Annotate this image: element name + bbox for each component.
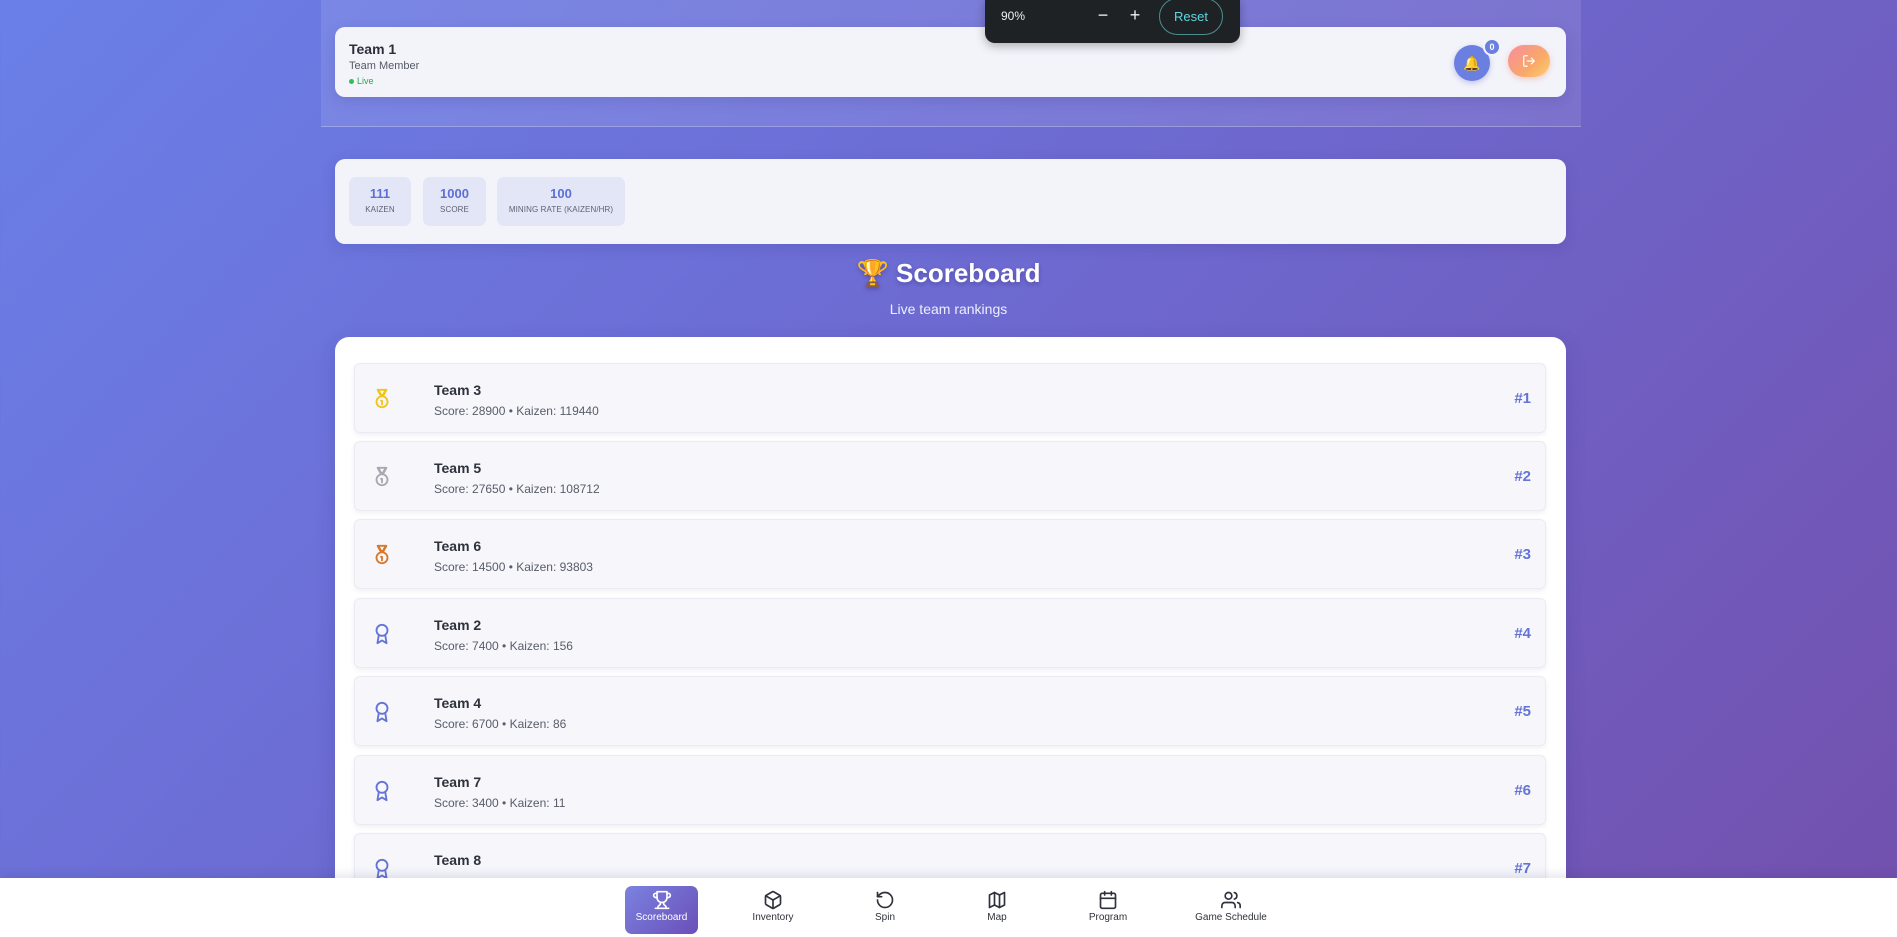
nav-label: Program <box>1088 912 1128 923</box>
team-name: Team 3 <box>434 382 482 398</box>
team-score-kaizen: Score: 14500 • Kaizen: 93803 <box>434 560 593 574</box>
nav-program[interactable]: Program <box>1078 886 1138 934</box>
live-status: Live <box>349 76 374 86</box>
rank-position: #5 <box>1514 703 1531 720</box>
stat-value: 111 <box>369 186 391 201</box>
nav-scoreboard[interactable]: Scoreboard <box>625 886 698 934</box>
ranking-row[interactable]: Team 4 Score: 6700 • Kaizen: 86 #5 <box>354 676 1546 746</box>
rotate-icon <box>876 891 894 909</box>
zoom-out-button[interactable]: − <box>1093 4 1113 26</box>
trophy-icon <box>652 890 671 910</box>
stat-value: 1000 <box>440 186 469 201</box>
trophy-emoji-icon: 🏆 <box>856 258 889 288</box>
users-icon <box>1221 891 1241 909</box>
scoreboard-title: 🏆 Scoreboard <box>0 258 1897 289</box>
calendar-icon <box>1099 890 1117 910</box>
nav-label: Map <box>987 912 1007 923</box>
rank-position: #7 <box>1514 860 1531 877</box>
logout-icon <box>1523 55 1535 67</box>
ranking-row[interactable]: Team 7 Score: 3400 • Kaizen: 11 #6 <box>354 755 1546 825</box>
team-name: Team 2 <box>434 617 482 633</box>
team-score-kaizen: Score: 27650 • Kaizen: 108712 <box>434 482 600 496</box>
medal-gold-icon <box>375 388 389 409</box>
live-dot-icon <box>349 78 354 84</box>
team-name: Team 4 <box>434 695 482 711</box>
zoom-toolbar: 90% − + Reset <box>985 0 1240 43</box>
stats-card: 111 Kaizen 1000 Score 100 Mining Rate (K… <box>335 159 1566 244</box>
stat-label: Kaizen <box>365 205 395 214</box>
nav-label: Scoreboard <box>635 912 688 923</box>
scoreboard-title-text: Scoreboard <box>896 258 1041 288</box>
medal-bronze-icon <box>375 544 389 565</box>
award-ribbon-icon <box>375 701 389 723</box>
team-score-kaizen: Score: 7400 • Kaizen: 156 <box>434 639 573 653</box>
award-ribbon-icon <box>375 623 389 645</box>
bell-icon: 🔔 <box>1463 54 1481 71</box>
award-ribbon-icon <box>375 780 389 802</box>
rankings-panel: Team 3 Score: 28900 • Kaizen: 119440 #1 … <box>335 337 1566 937</box>
team-score-kaizen: Score: 28900 • Kaizen: 119440 <box>434 404 599 418</box>
live-label: Live <box>357 76 374 86</box>
notification-count-badge: 0 <box>1483 38 1501 56</box>
stat-mining-rate: 100 Mining Rate (Kaizen/hr) <box>497 177 625 226</box>
rank-position: #4 <box>1514 625 1531 642</box>
team-score-kaizen: Score: 6700 • Kaizen: 86 <box>434 717 567 731</box>
medal-silver-icon <box>375 466 389 487</box>
nav-label: Inventory <box>752 912 794 923</box>
bottom-navigation: Scoreboard Inventory Spin Map Program Ga… <box>0 878 1897 937</box>
nav-inventory[interactable]: Inventory <box>738 886 808 934</box>
team-score-kaizen: Score: 3400 • Kaizen: 11 <box>434 796 566 810</box>
nav-label: Spin <box>874 912 895 923</box>
map-icon <box>988 891 1006 909</box>
ranking-row[interactable]: Team 2 Score: 7400 • Kaizen: 156 #4 <box>354 598 1546 668</box>
team-name: Team 7 <box>434 774 482 790</box>
stat-kaizen: 111 Kaizen <box>349 177 411 226</box>
team-role: Team Member <box>349 60 420 72</box>
zoom-level: 90% <box>1001 9 1026 23</box>
rank-position: #1 <box>1514 390 1531 407</box>
nav-map[interactable]: Map <box>968 886 1026 934</box>
stat-score: 1000 Score <box>423 177 486 226</box>
nav-spin[interactable]: Spin <box>856 886 914 934</box>
stat-label: Mining Rate (Kaizen/hr) <box>508 205 614 214</box>
logout-button[interactable] <box>1508 45 1550 77</box>
zoom-in-button[interactable]: + <box>1125 4 1145 26</box>
team-name: Team 8 <box>434 852 482 868</box>
ranking-row[interactable]: Team 3 Score: 28900 • Kaizen: 119440 #1 <box>354 363 1546 433</box>
team-header-card: Team 1 Team Member Live 🔔 0 <box>335 27 1566 97</box>
ranking-row[interactable]: Team 5 Score: 27650 • Kaizen: 108712 #2 <box>354 441 1546 511</box>
ranking-row[interactable]: Team 6 Score: 14500 • Kaizen: 93803 #3 <box>354 519 1546 589</box>
stat-label: Score <box>440 205 469 214</box>
team-name: Team 6 <box>434 538 482 554</box>
scoreboard-subtitle: Live team rankings <box>889 301 1008 317</box>
rank-position: #2 <box>1514 468 1531 485</box>
zoom-reset-button[interactable]: Reset <box>1159 0 1223 35</box>
rank-position: #6 <box>1514 782 1531 799</box>
nav-label: Game Schedule <box>1195 912 1267 923</box>
nav-game-schedule[interactable]: Game Schedule <box>1188 886 1274 934</box>
team-name: Team 1 <box>349 41 397 57</box>
stat-value: 100 <box>550 186 572 201</box>
box-icon <box>764 890 782 910</box>
rank-position: #3 <box>1514 546 1531 563</box>
team-name: Team 5 <box>434 460 482 476</box>
